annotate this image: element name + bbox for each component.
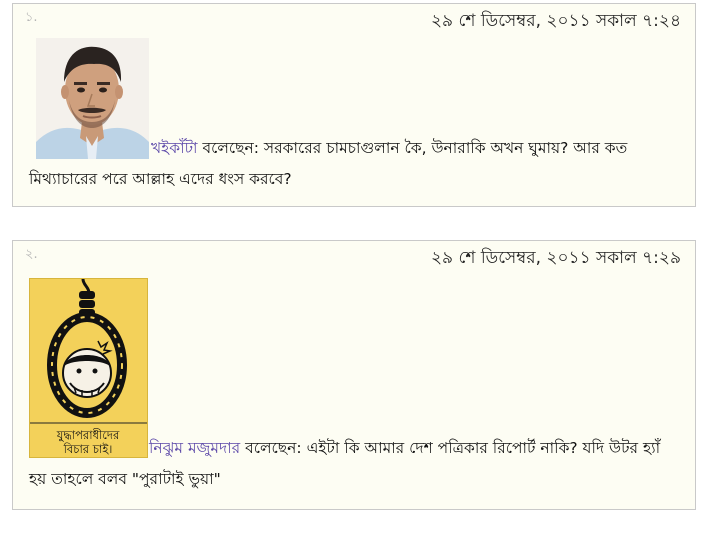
avatar[interactable]: যুদ্ধাপরাধীদের বিচার চাই। <box>29 278 148 458</box>
comment-number: ১. <box>25 10 38 25</box>
comment-number: ২. <box>25 247 38 262</box>
comment-verb: বলেছেন: <box>202 139 259 157</box>
comment-body: খইকাঁটা বলেছেন: সরকারের চামচাগুলান কৈ, উ… <box>29 133 681 195</box>
noose-poster-icon: যুদ্ধাপরাধীদের বিচার চাই। <box>30 279 147 457</box>
comment-text: এইটা কি আমার দেশ পত্রিকার রিপোর্ট নাকি? … <box>29 439 661 488</box>
comment-author-link[interactable]: খইকাঁটা <box>151 139 198 157</box>
comment-timestamp: ২৯ শে ডিসেম্বর, ২০১১ সকাল ৭:২৪ <box>430 11 681 31</box>
comment-text: সরকারের চামচাগুলান কৈ, উনারাকি অখন ঘুমায… <box>29 139 628 188</box>
comment-author-link[interactable]: নিঝুম মজুমদার <box>149 439 240 457</box>
comment-card: ১. ২৯ শে ডিসেম্বর, ২০১১ সকাল ৭:২৪ খইকাঁট… <box>12 3 696 207</box>
comment-card: ২. ২৯ শে ডিসেম্বর, ২০১১ সকাল ৭:২৯ যুদ্ধা… <box>12 240 696 510</box>
comment-verb: বলেছেন: <box>245 439 302 457</box>
comment-body: নিঝুম মজুমদার বলেছেন: এইটা কি আমার দেশ প… <box>29 433 681 495</box>
comment-timestamp: ২৯ শে ডিসেম্বর, ২০১১ সকাল ৭:২৯ <box>430 248 681 268</box>
